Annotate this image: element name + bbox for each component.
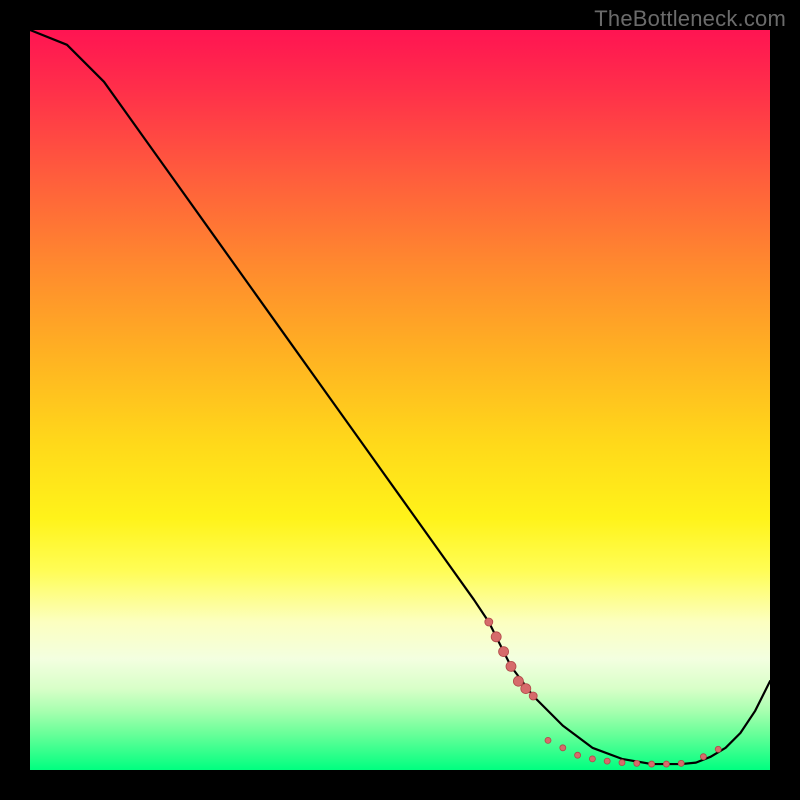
curve-path <box>30 30 770 764</box>
marker-dot <box>589 756 595 762</box>
marker-dot <box>506 661 516 671</box>
marker-dot <box>513 676 523 686</box>
curve-svg <box>30 30 770 770</box>
marker-dot <box>575 752 581 758</box>
marker-dot <box>649 761 655 767</box>
marker-dot <box>715 746 721 752</box>
marker-dot <box>619 760 625 766</box>
marker-dot <box>545 737 551 743</box>
marker-dot <box>604 758 610 764</box>
marker-dot <box>491 632 501 642</box>
marker-dot <box>560 745 566 751</box>
marker-dot <box>521 684 531 694</box>
marker-dot <box>499 647 509 657</box>
marker-beads <box>485 618 721 767</box>
marker-dot <box>678 760 684 766</box>
marker-dot <box>529 692 537 700</box>
marker-dot <box>485 618 493 626</box>
watermark-text: TheBottleneck.com <box>594 6 786 32</box>
plot-area <box>30 30 770 770</box>
marker-dot <box>663 761 669 767</box>
marker-dot <box>634 760 640 766</box>
marker-dot <box>700 754 706 760</box>
chart-frame: TheBottleneck.com <box>0 0 800 800</box>
